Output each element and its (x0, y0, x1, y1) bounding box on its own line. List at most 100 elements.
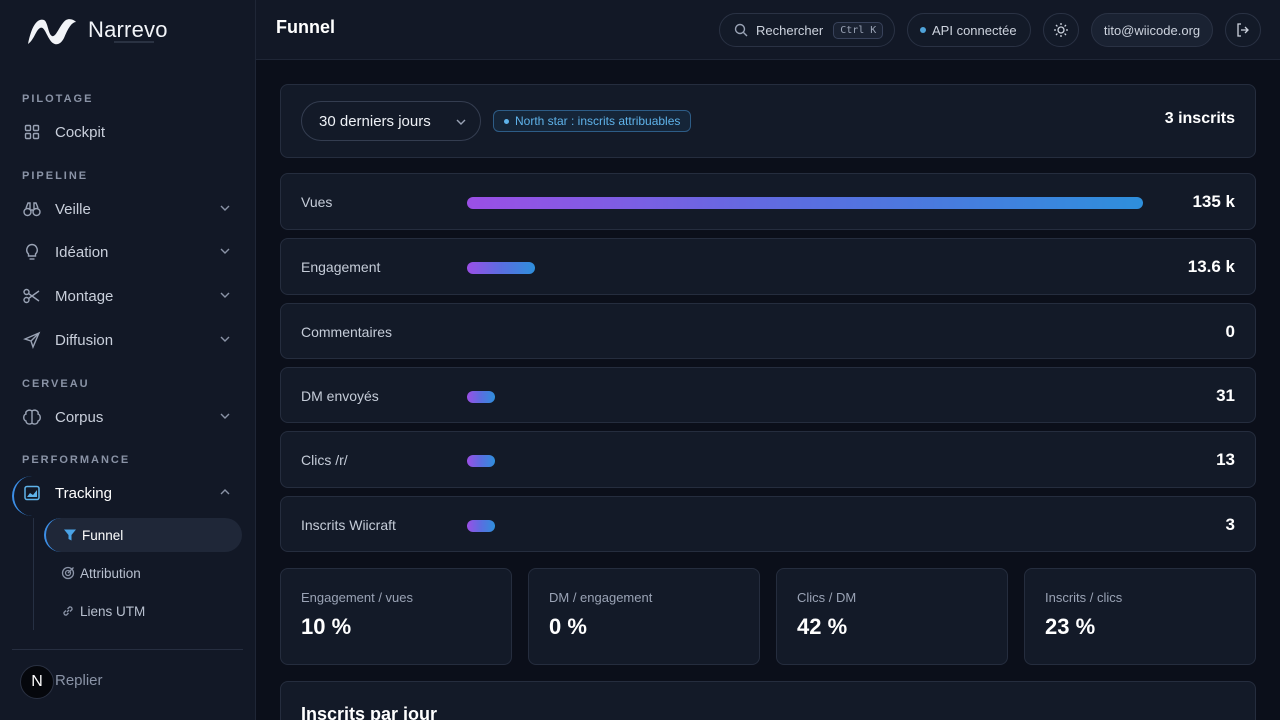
user-menu-button[interactable]: tito@wiicode.org (1091, 13, 1213, 47)
section-title: Inscrits par jour (301, 704, 438, 720)
kpi-label: Engagement / vues (301, 590, 414, 605)
north-star-badge: North star : inscrits attribuables (493, 110, 692, 132)
funnel-row: Vues 135 k (280, 173, 1256, 230)
section-label-pilotage: PILOTAGE (22, 93, 94, 105)
funnel-row: Inscrits Wiicraft 3 (280, 496, 1256, 552)
kpi-value: 42 % (797, 614, 848, 639)
section-label-cerveau: CERVEAU (22, 378, 90, 390)
chevron-down-icon (220, 248, 230, 254)
grid-icon (22, 122, 42, 142)
sidebar-item-corpus[interactable]: Corpus (22, 401, 236, 433)
funnel-row: Clics /r/13 (280, 431, 1256, 488)
kpi-label: Clics / DM (797, 590, 857, 605)
period-select-value: 30 derniers jours (319, 112, 431, 130)
filter-icon (62, 527, 78, 543)
funnel-bar-track (467, 262, 1143, 274)
kpi-card: DM / engagement 0 % (528, 568, 760, 665)
kpi-label: DM / engagement (549, 590, 653, 605)
funnel-label: DM envoyés (301, 388, 379, 404)
funnel-label: Clics /r/ (301, 452, 348, 468)
search-button[interactable]: Rechercher Ctrl K (719, 13, 895, 47)
signups-per-day-card: Inscrits par jour (280, 681, 1256, 720)
funnel-bar (467, 262, 535, 274)
funnel-row: Commentaires 0 (280, 303, 1256, 359)
funnel-bar-track (467, 197, 1143, 209)
brain-icon (22, 407, 42, 427)
funnel-bar (467, 520, 495, 532)
kpi-value: 10 % (301, 614, 352, 639)
funnel-bar-track (467, 391, 1143, 403)
funnel-label: Commentaires (301, 324, 393, 340)
link-icon (60, 603, 76, 619)
send-icon (22, 330, 42, 350)
target-icon (60, 565, 76, 581)
avatar[interactable]: N (20, 665, 54, 699)
chevron-down-icon (220, 205, 230, 211)
lightbulb-icon (22, 242, 42, 262)
sidebar-subitem-attribution[interactable]: Attribution (44, 556, 242, 590)
top-header: Funnel Rechercher Ctrl K API connectée t… (256, 0, 1280, 60)
funnel-value: 0 (1225, 322, 1235, 341)
chevron-up-icon (220, 489, 230, 495)
search-shortcut: Ctrl K (833, 21, 884, 39)
filter-bar: 30 derniers jours North star : inscrits … (280, 84, 1256, 158)
status-dot-icon (920, 27, 926, 33)
status-dot-icon (504, 118, 509, 124)
sidebar-subitem-funnel[interactable]: Funnel (44, 518, 242, 552)
sidebar-item-tracking[interactable]: Tracking (22, 477, 236, 509)
sidebar-item-label: Veille (55, 200, 91, 218)
search-label: Rechercher (756, 22, 824, 38)
brand-tagline-mark (114, 41, 154, 43)
user-email: tito@wiicode.org (1103, 22, 1201, 38)
kpi-value: 23 % (1045, 614, 1096, 639)
theme-toggle-button[interactable] (1043, 13, 1079, 47)
kpi-card: Clics / DM 42 % (776, 568, 1008, 665)
sidebar-item-veille[interactable]: Veille (22, 193, 236, 225)
kpi-label: Inscrits / clics (1045, 590, 1123, 605)
logout-icon (1237, 23, 1249, 37)
sidebar-divider (12, 649, 243, 650)
kpi-value: 0 % (549, 614, 587, 639)
sidebar-subitem-label: Funnel (82, 527, 124, 543)
submenu-guide-line (33, 518, 34, 630)
sidebar-item-label: Montage (55, 287, 114, 305)
collapse-sidebar-button[interactable]: Replier (55, 672, 103, 689)
funnel-value: 135 k (1192, 192, 1235, 211)
binoculars-icon (22, 199, 42, 219)
section-label-performance: PERFORMANCE (22, 454, 131, 466)
logout-button[interactable] (1225, 13, 1261, 47)
narrevo-logo-icon (28, 19, 76, 45)
sidebar-item-label: Diffusion (55, 331, 114, 349)
kpi-card: Inscrits / clics 23 % (1024, 568, 1256, 665)
sidebar-subitem-label: Attribution (80, 565, 141, 581)
period-select[interactable]: 30 derniers jours (301, 101, 481, 141)
sun-icon (1054, 23, 1068, 37)
sidebar-item-label: Idéation (55, 243, 109, 261)
total-signups: 3 inscrits (1164, 110, 1235, 127)
brand-logo[interactable]: Narrevo (26, 14, 168, 50)
kpi-card: Engagement / vues 10 % (280, 568, 512, 665)
scissors-icon (22, 286, 42, 306)
sidebar-item-label: Cockpit (55, 123, 106, 141)
funnel-bar (467, 391, 495, 403)
north-star-label: North star : inscrits attribuables (515, 114, 681, 128)
chevron-down-icon (220, 336, 230, 342)
chart-image-icon (22, 483, 42, 503)
funnel-label: Inscrits Wiicraft (301, 517, 396, 533)
sidebar-subitem-liens-utm[interactable]: Liens UTM (44, 594, 242, 628)
sidebar-item-diffusion[interactable]: Diffusion (22, 324, 236, 356)
sidebar-item-montage[interactable]: Montage (22, 280, 236, 312)
sidebar-subitem-label: Liens UTM (80, 603, 146, 619)
sidebar-item-label: Corpus (55, 408, 104, 426)
funnel-label: Engagement (301, 259, 381, 275)
api-status-label: API connectée (932, 22, 1017, 38)
section-label-pipeline: PIPELINE (22, 170, 89, 182)
sidebar-item-cockpit[interactable]: Cockpit (22, 116, 236, 148)
sidebar: Narrevo PILOTAGE Cockpit PIPELINE Veille… (0, 0, 256, 720)
funnel-bar (467, 197, 1143, 209)
funnel-bar-track (467, 455, 1143, 467)
sidebar-item-ideation[interactable]: Idéation (22, 236, 236, 268)
chevron-down-icon (456, 119, 466, 125)
api-status-badge: API connectée (907, 13, 1031, 47)
funnel-label: Vues (301, 194, 333, 210)
